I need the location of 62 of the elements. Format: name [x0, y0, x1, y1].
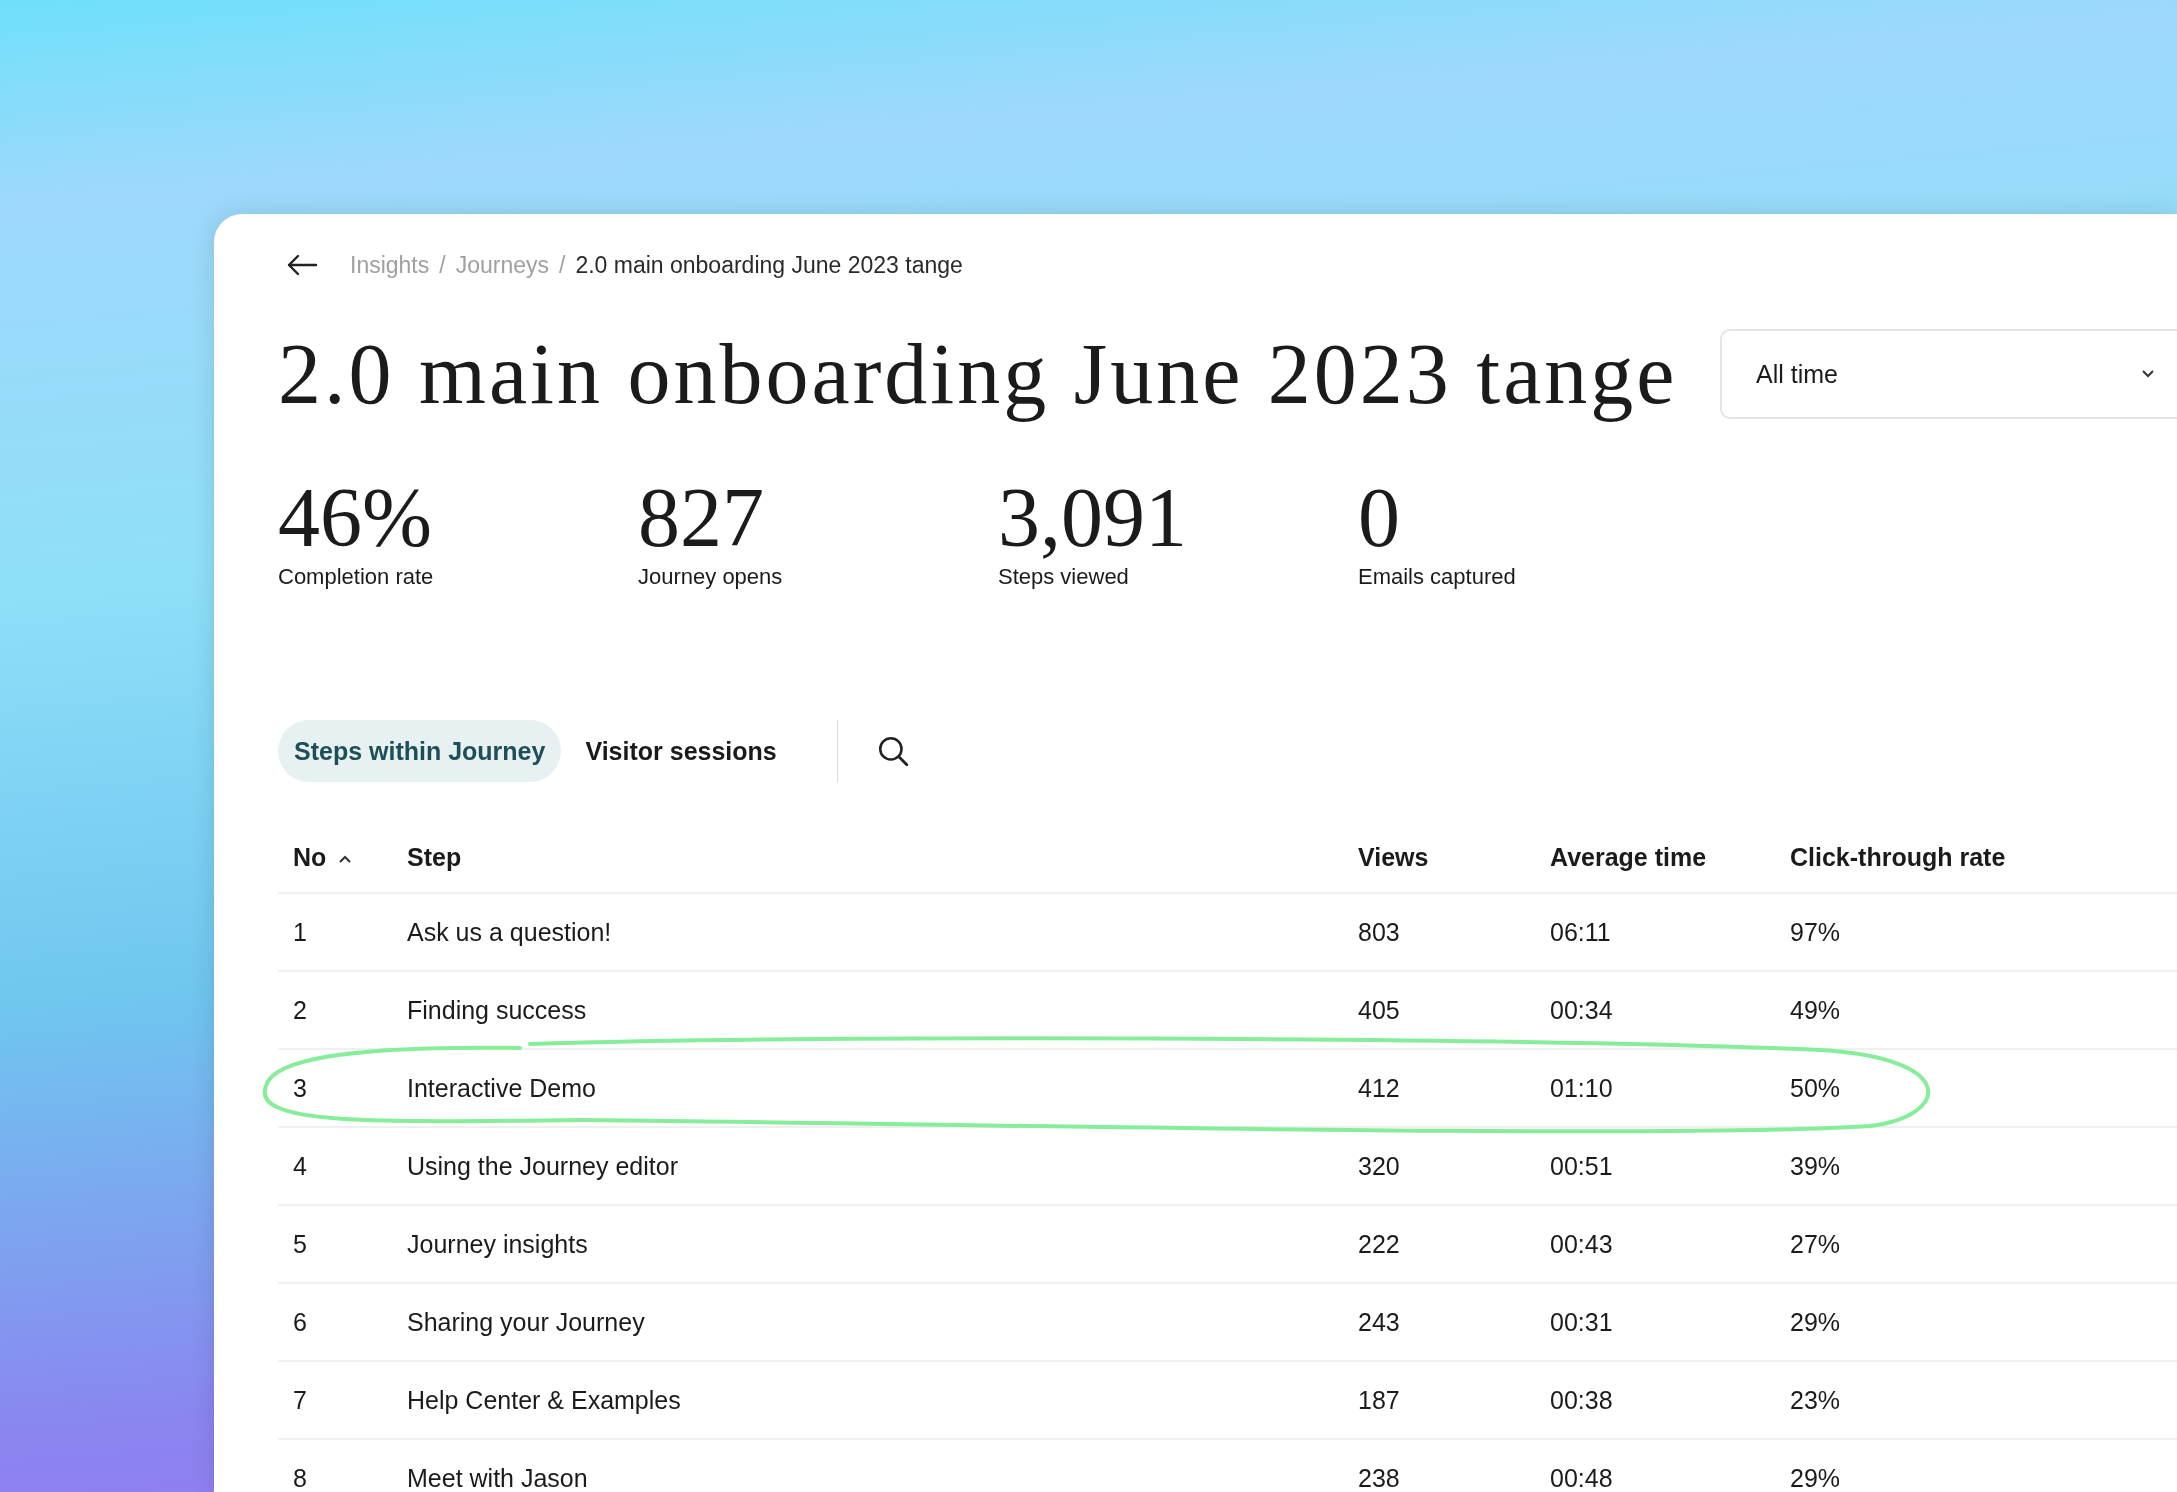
- table-cell-text: 405: [1358, 995, 1401, 1025]
- back-arrow-icon[interactable]: [286, 253, 318, 277]
- table-cell-text: 06:11: [1550, 917, 1612, 947]
- table-cell-text: 29%: [1790, 1307, 1842, 1337]
- stat-label: Steps viewed: [998, 564, 1130, 590]
- table-cell-text: Finding success: [407, 995, 588, 1025]
- table-cell-text: 243: [1358, 1307, 1401, 1337]
- breadcrumb-separator: /: [439, 251, 446, 279]
- table-cell-text: 97%: [1790, 917, 1842, 947]
- table-cell-text: 6: [292, 1307, 308, 1337]
- table-cell-text: 222: [1358, 1229, 1401, 1259]
- stat-value: 827: [638, 476, 765, 560]
- chevron-down-icon: [2141, 369, 2155, 379]
- breadcrumb-separator: /: [559, 251, 566, 279]
- column-header[interactable]: Views: [1358, 842, 1550, 872]
- stat-value: 3,091: [998, 476, 1188, 560]
- stat-value: 46%: [278, 476, 433, 560]
- table-cell-text: 00:38: [1550, 1385, 1614, 1415]
- table-cell-text: 50%: [1790, 1073, 1842, 1103]
- column-header[interactable]: Average time: [1550, 842, 1790, 872]
- table-cell-text: 320: [1358, 1151, 1401, 1181]
- table-cell-text: 01:10: [1550, 1073, 1614, 1103]
- table-cell-text: 4: [292, 1151, 308, 1181]
- table-cell-text: 1: [292, 917, 308, 947]
- column-header[interactable]: Step: [407, 842, 1358, 872]
- column-header[interactable]: No: [278, 842, 407, 872]
- table-cell-text: 39%: [1790, 1151, 1842, 1181]
- table-cell-text: Help Center & Examples: [407, 1385, 682, 1415]
- table-cell-text: 49%: [1790, 995, 1842, 1025]
- table-cell-text: Journey insights: [407, 1229, 589, 1259]
- table-cell-text: 187: [1358, 1385, 1401, 1415]
- table-cell-text: 412: [1358, 1073, 1401, 1103]
- table-cell-text: Sharing your Journey: [407, 1307, 646, 1337]
- table-cell-text: Ask us a question!: [407, 917, 613, 947]
- page-title: 2.0 main onboarding June 2023 tange: [278, 325, 1679, 424]
- table-cell-text: 8: [292, 1463, 308, 1492]
- breadcrumb-current: 2.0 main onboarding June 2023 tange: [575, 251, 963, 279]
- table-cell-text: 803: [1358, 917, 1401, 947]
- stat-label: Journey opens: [638, 564, 784, 590]
- stat-value: 0: [1358, 476, 1401, 560]
- table-cell-text: 2: [292, 995, 308, 1025]
- table-cell-text: 00:51: [1550, 1151, 1614, 1181]
- table-cell-text: 7: [292, 1385, 308, 1415]
- tab[interactable]: Visitor sessions: [569, 720, 793, 782]
- table-cell-text: 5: [292, 1229, 308, 1259]
- table-cell-text: 3: [292, 1073, 308, 1103]
- tab[interactable]: Steps within Journey: [278, 720, 562, 782]
- table-cell-text: 00:48: [1550, 1463, 1614, 1492]
- stat-label: Emails captured: [1358, 564, 1517, 590]
- table-cell-text: Using the Journey editor: [407, 1151, 679, 1181]
- table-cell-text: Interactive Demo: [407, 1073, 597, 1103]
- date-range-dropdown[interactable]: All time: [1720, 329, 2177, 419]
- table-cell-text: Meet with Jason: [407, 1463, 589, 1492]
- stat-label: Completion rate: [278, 564, 435, 590]
- table-cell-text: 00:34: [1550, 995, 1614, 1025]
- table-cell-text: 00:31: [1550, 1307, 1614, 1337]
- column-header[interactable]: Click-through rate: [1790, 842, 2090, 872]
- table-cell-text: 27%: [1790, 1229, 1842, 1259]
- table-cell-text: 29%: [1790, 1463, 1842, 1492]
- table-cell-text: 238: [1358, 1463, 1401, 1492]
- table-cell-text: 23%: [1790, 1385, 1842, 1415]
- table-cell-text: 00:43: [1550, 1229, 1614, 1259]
